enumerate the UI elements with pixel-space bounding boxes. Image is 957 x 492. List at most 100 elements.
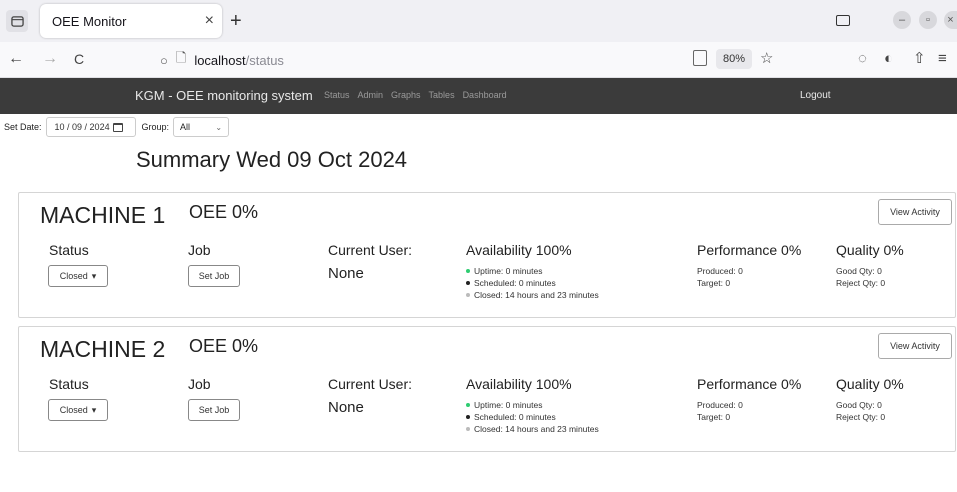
availability-list: Uptime: 0 minutes Scheduled: 0 minutes C… bbox=[466, 399, 599, 435]
browser-tab-bar: OEE Monitor × + – ▫ × bbox=[0, 0, 957, 42]
view-activity-button[interactable]: View Activity bbox=[878, 333, 952, 359]
back-icon[interactable]: ← bbox=[8, 50, 24, 68]
good-qty-text: Good Qty: 0 bbox=[836, 400, 882, 410]
closed-dot-icon bbox=[466, 293, 470, 297]
tab-title: OEE Monitor bbox=[52, 13, 127, 29]
zoom-level-badge[interactable]: 80% bbox=[716, 49, 752, 69]
machine-oee: OEE 0% bbox=[189, 336, 259, 356]
browser-nav-bar: ← → C ○ 🗋 localhost/status bbox=[0, 42, 957, 78]
machine-card: MACHINE 1 OEE 0% View Activity Status Jo… bbox=[18, 192, 956, 318]
app-brand[interactable]: KGM - OEE monitoring system bbox=[135, 88, 313, 103]
status-value: Closed bbox=[59, 405, 88, 415]
group-select[interactable]: All ⌄ bbox=[173, 117, 230, 137]
list-item: Scheduled: 0 minutes bbox=[466, 277, 599, 289]
chevron-down-icon: ⌄ bbox=[215, 122, 223, 132]
job-heading: Job bbox=[188, 242, 211, 258]
reader-view-icon[interactable] bbox=[693, 50, 707, 66]
uptime-text: Uptime: 0 minutes bbox=[474, 400, 543, 410]
page-title: Summary Wed 09 Oct 2024 bbox=[136, 147, 408, 172]
calendar-icon[interactable] bbox=[112, 122, 123, 132]
minimize-icon[interactable]: – bbox=[893, 11, 911, 29]
pocket-icon[interactable]: ◌ bbox=[858, 50, 867, 68]
group-value: All bbox=[180, 122, 191, 132]
nav-link-admin[interactable]: Admin bbox=[358, 90, 384, 100]
status-heading: Status bbox=[49, 242, 89, 258]
uptime-text: Uptime: 0 minutes bbox=[474, 266, 543, 276]
machine-oee: OEE 0% bbox=[189, 202, 259, 222]
quality-heading: Quality 0% bbox=[836, 376, 904, 392]
current-user-value: None bbox=[328, 399, 364, 416]
reject-qty-text: Reject Qty: 0 bbox=[836, 412, 886, 422]
reload-icon[interactable]: C bbox=[74, 50, 84, 68]
nav-link-status[interactable]: Status bbox=[324, 90, 350, 100]
view-activity-button[interactable]: View Activity bbox=[878, 199, 952, 225]
tab-overview-icon bbox=[10, 15, 24, 27]
tab-close-icon[interactable]: × bbox=[205, 12, 214, 30]
closed-dot-icon bbox=[466, 427, 470, 431]
availability-heading: Availability 100% bbox=[466, 242, 572, 258]
quality-heading: Quality 0% bbox=[836, 242, 904, 258]
scheduled-text: Scheduled: 0 minutes bbox=[474, 412, 556, 422]
forward-icon[interactable]: → bbox=[42, 50, 58, 68]
menu-icon[interactable]: ≡ bbox=[938, 50, 947, 68]
set-job-button[interactable]: Set Job bbox=[188, 265, 240, 287]
produced-text: Produced: 0 bbox=[697, 400, 743, 410]
status-heading: Status bbox=[49, 376, 89, 392]
caret-down-icon: ▾ bbox=[91, 404, 97, 415]
list-all-tabs-icon[interactable] bbox=[836, 15, 850, 26]
date-value: 10 / 09 / 2024 bbox=[54, 122, 110, 132]
uptime-dot-icon bbox=[466, 403, 470, 407]
list-item: Closed: 14 hours and 23 minutes bbox=[466, 289, 599, 301]
page-info-icon[interactable]: 🗋 bbox=[176, 49, 186, 71]
scheduled-text: Scheduled: 0 minutes bbox=[474, 278, 556, 288]
set-date-label: Set Date: bbox=[4, 122, 42, 132]
nav-link-tables[interactable]: Tables bbox=[429, 90, 455, 100]
current-user-value: None bbox=[328, 265, 364, 282]
app-header: KGM - OEE monitoring system Status Admin… bbox=[0, 78, 957, 114]
extensions-icon[interactable]: ◐ bbox=[884, 50, 893, 68]
job-heading: Job bbox=[188, 376, 211, 392]
close-window-icon[interactable]: × bbox=[944, 11, 957, 29]
share-icon[interactable]: ⇧ bbox=[913, 50, 926, 68]
list-item: Uptime: 0 minutes bbox=[466, 399, 599, 411]
performance-heading: Performance 0% bbox=[697, 376, 802, 392]
closed-text: Closed: 14 hours and 23 minutes bbox=[474, 290, 599, 300]
good-qty-text: Good Qty: 0 bbox=[836, 266, 882, 276]
scheduled-dot-icon bbox=[466, 281, 470, 285]
set-job-button[interactable]: Set Job bbox=[188, 399, 240, 421]
date-input[interactable]: 10 / 09 / 2024 bbox=[45, 117, 136, 137]
filter-bar: Set Date: 10 / 09 / 2024 Group: All ⌄ bbox=[4, 116, 230, 138]
availability-heading: Availability 100% bbox=[466, 376, 572, 392]
group-label: Group: bbox=[141, 122, 170, 132]
tab-oee-monitor[interactable]: OEE Monitor × bbox=[40, 4, 222, 38]
list-item: Uptime: 0 minutes bbox=[466, 265, 599, 277]
target-text: Target: 0 bbox=[697, 412, 731, 422]
maximize-icon[interactable]: ▫ bbox=[919, 11, 937, 29]
machine-card: MACHINE 2 OEE 0% View Activity Status Jo… bbox=[18, 326, 956, 452]
list-item: Scheduled: 0 minutes bbox=[466, 411, 599, 423]
tracking-shield-icon[interactable]: ○ bbox=[160, 53, 168, 68]
machine-name: MACHINE 2 bbox=[40, 336, 166, 362]
logout-link[interactable]: Logout bbox=[800, 90, 831, 101]
current-user-heading: Current User: bbox=[328, 242, 413, 258]
url-path: /status bbox=[245, 52, 284, 68]
target-text: Target: 0 bbox=[697, 278, 731, 288]
performance-heading: Performance 0% bbox=[697, 242, 802, 258]
app-nav: Status Admin Graphs Tables Dashboard bbox=[324, 90, 507, 100]
tab-overview-button[interactable] bbox=[6, 10, 28, 32]
caret-down-icon: ▾ bbox=[91, 270, 97, 281]
nav-link-graphs[interactable]: Graphs bbox=[391, 90, 421, 100]
list-item: Closed: 14 hours and 23 minutes bbox=[466, 423, 599, 435]
status-dropdown[interactable]: Closed ▾ bbox=[48, 399, 108, 421]
status-value: Closed bbox=[59, 271, 88, 281]
closed-text: Closed: 14 hours and 23 minutes bbox=[474, 424, 599, 434]
current-user-heading: Current User: bbox=[328, 376, 413, 392]
url-host: localhost bbox=[194, 52, 246, 68]
produced-text: Produced: 0 bbox=[697, 266, 743, 276]
bookmark-star-icon[interactable]: ☆ bbox=[760, 50, 773, 68]
reject-qty-text: Reject Qty: 0 bbox=[836, 278, 886, 288]
new-tab-button[interactable]: + bbox=[230, 10, 242, 32]
nav-link-dashboard[interactable]: Dashboard bbox=[463, 90, 507, 100]
uptime-dot-icon bbox=[466, 269, 470, 273]
status-dropdown[interactable]: Closed ▾ bbox=[48, 265, 108, 287]
